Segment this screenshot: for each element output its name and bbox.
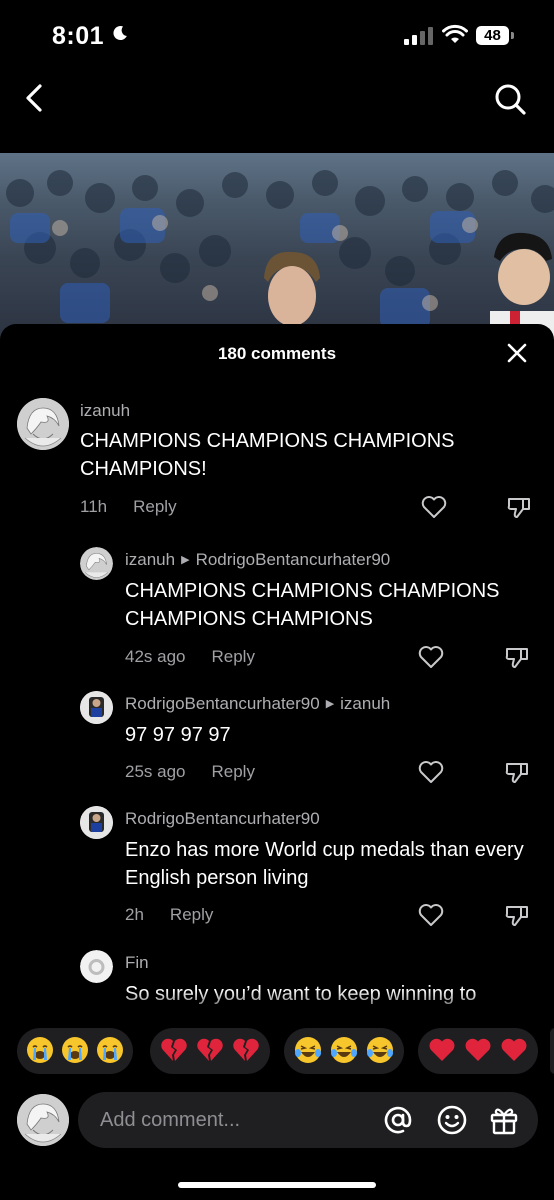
emoji-pill-laughing[interactable] — [284, 1028, 404, 1074]
list-fade — [0, 990, 554, 1020]
comment-username[interactable]: izanuh ▶ RodrigoBentancurhater90 — [125, 550, 390, 570]
comment-meta: 42s ago Reply — [125, 647, 255, 667]
cellular-signal-icon — [404, 27, 433, 45]
close-icon[interactable] — [505, 341, 529, 365]
comment-text: Enzo has more World cup medals than ever… — [125, 839, 524, 889]
emoji-quick-bar — [0, 1028, 554, 1076]
dislike-icon[interactable] — [504, 903, 530, 927]
comment-text: 97 97 97 97 — [125, 724, 231, 746]
comment-time: 11h — [80, 497, 108, 516]
dislike-icon[interactable] — [504, 760, 530, 784]
red-heart-icon — [465, 1038, 491, 1061]
laughing-emoji-icon — [295, 1037, 321, 1063]
reply-to-username[interactable]: izanuh — [340, 694, 390, 713]
like-heart-icon[interactable] — [421, 495, 447, 519]
avatar[interactable] — [80, 547, 113, 580]
comment-username[interactable]: Fin — [125, 953, 149, 973]
emoji-pill-broken-heart[interactable] — [150, 1028, 270, 1074]
gift-icon[interactable] — [489, 1105, 519, 1135]
my-avatar[interactable] — [17, 1094, 69, 1146]
reply-button[interactable]: Reply — [212, 647, 255, 666]
like-heart-icon[interactable] — [418, 760, 444, 784]
comment-username[interactable]: RodrigoBentancurhater90 — [125, 809, 320, 829]
anime-avatar-icon — [17, 398, 69, 450]
player-avatar-icon — [80, 691, 113, 724]
reply-button[interactable]: Reply — [133, 497, 176, 516]
avatar[interactable] — [80, 950, 113, 983]
player-avatar-icon — [80, 806, 113, 839]
emoji-pill-red-heart[interactable] — [418, 1028, 538, 1074]
dislike-icon[interactable] — [506, 495, 532, 519]
status-time: 8:01 — [52, 22, 105, 50]
moon-icon — [113, 26, 127, 41]
broken-heart-icon — [233, 1038, 259, 1061]
status-bar: 8:01 48 — [0, 0, 554, 70]
search-icon[interactable] — [493, 82, 527, 116]
comment-time: 42s ago — [125, 647, 186, 666]
comment-text: CHAMPIONS CHAMPIONS CHAMPIONS CHAMPIONS! — [80, 430, 455, 480]
avatar[interactable] — [80, 806, 113, 839]
video-preview[interactable] — [0, 153, 554, 343]
emoji-smile-icon[interactable] — [437, 1105, 467, 1135]
broken-heart-icon — [161, 1038, 187, 1061]
reply-button[interactable]: Reply — [212, 762, 255, 781]
red-heart-icon — [501, 1038, 527, 1061]
emoji-pill-crying[interactable] — [17, 1028, 133, 1074]
comment-username[interactable]: RodrigoBentancurhater90 ▶ izanuh — [125, 694, 390, 714]
add-comment-input[interactable]: Add comment... — [78, 1092, 538, 1148]
home-indicator[interactable] — [178, 1182, 376, 1188]
back-icon[interactable] — [20, 82, 50, 114]
circle-avatar-icon — [80, 950, 113, 983]
comment-meta: 25s ago Reply — [125, 762, 255, 782]
anime-avatar-icon — [80, 547, 113, 580]
reply-to-username[interactable]: RodrigoBentancurhater90 — [196, 550, 391, 569]
comments-count-title: 180 comments — [217, 344, 337, 363]
crying-emoji-icon — [27, 1037, 53, 1063]
battery-indicator: 48 — [476, 26, 509, 45]
crying-emoji-icon — [97, 1037, 123, 1063]
comment-text: CHAMPIONS CHAMPIONS CHAMPIONS CHAMPIONS … — [125, 580, 500, 630]
reply-button[interactable]: Reply — [170, 905, 213, 924]
red-heart-icon — [429, 1038, 455, 1061]
battery-nub — [511, 32, 514, 39]
emoji-pill-more[interactable] — [550, 1028, 554, 1074]
comment-username[interactable]: izanuh — [80, 401, 130, 421]
mention-at-icon[interactable] — [384, 1106, 412, 1134]
comment-time: 2h — [125, 905, 144, 924]
laughing-emoji-icon — [367, 1037, 393, 1063]
crying-emoji-icon — [62, 1037, 88, 1063]
avatar[interactable] — [80, 691, 113, 724]
reply-arrow-icon: ▶ — [325, 698, 335, 710]
comment-meta: 2h Reply — [125, 905, 213, 925]
wifi-icon — [442, 24, 468, 43]
like-heart-icon[interactable] — [418, 903, 444, 927]
anime-avatar-icon — [17, 1094, 69, 1146]
like-heart-icon[interactable] — [418, 645, 444, 669]
dislike-icon[interactable] — [504, 645, 530, 669]
avatar[interactable] — [17, 398, 69, 450]
comment-meta: 11h Reply — [80, 497, 177, 517]
comment-time: 25s ago — [125, 762, 186, 781]
laughing-emoji-icon — [331, 1037, 357, 1063]
broken-heart-icon — [197, 1038, 223, 1061]
reply-arrow-icon: ▶ — [181, 554, 190, 566]
